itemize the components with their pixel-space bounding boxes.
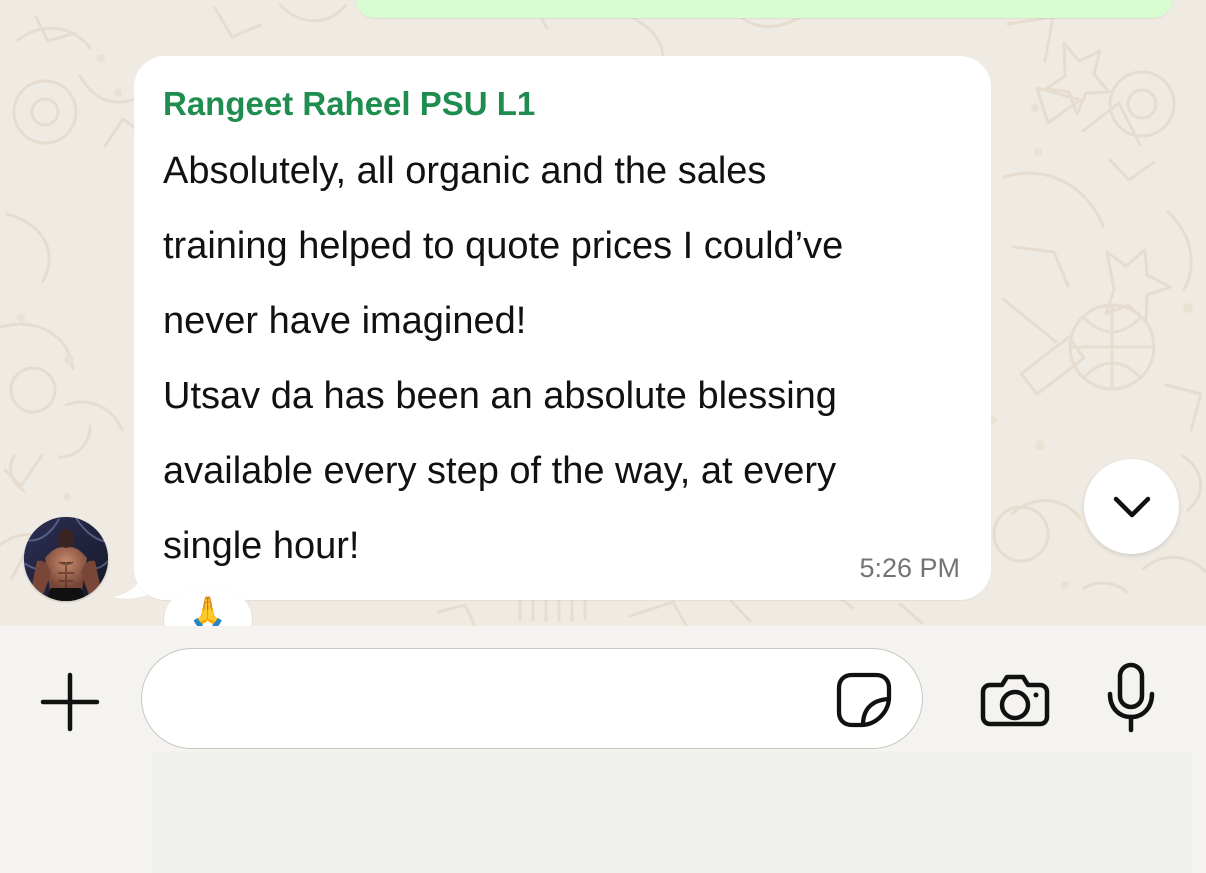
message-line: Utsav da has been an absolute blessing [163, 375, 837, 417]
incoming-message-row: Rangeet Raheel PSU L1 Absolutely, all or… [0, 0, 1206, 626]
message-line: training helped to quote prices I could’… [163, 225, 844, 267]
avatar[interactable] [24, 517, 108, 601]
camera-icon [980, 674, 1050, 727]
message-text: Absolutely, all organic and the sales tr… [163, 134, 963, 584]
voice-message-button[interactable] [1104, 662, 1158, 734]
incoming-message-bubble[interactable]: Rangeet Raheel PSU L1 Absolutely, all or… [134, 56, 991, 600]
microphone-icon [1107, 662, 1155, 733]
scroll-to-bottom-button[interactable] [1084, 459, 1179, 554]
camera-button[interactable] [978, 668, 1052, 730]
sticker-icon [836, 672, 892, 728]
message-line: available every step of the way, at ever… [163, 450, 837, 492]
chat-messages-area[interactable]: Rangeet Raheel PSU L1 Absolutely, all or… [0, 0, 1206, 626]
add-attachment-button[interactable] [36, 668, 104, 736]
message-reaction[interactable]: 🙏 [164, 590, 252, 626]
folded-hands-reaction-icon: 🙏 [189, 596, 227, 627]
message-timestamp: 5:26 PM [859, 553, 960, 583]
message-line: Absolutely, all organic and the sales [163, 150, 767, 192]
message-input-container[interactable] [141, 648, 923, 749]
plus-icon [40, 672, 100, 732]
sticker-button[interactable] [834, 670, 894, 730]
chevron-down-icon [1113, 496, 1150, 517]
message-line: never have imagined! [163, 300, 527, 342]
avatar-image [24, 517, 108, 601]
message-input[interactable] [168, 667, 828, 729]
sender-name[interactable]: Rangeet Raheel PSU L1 [163, 84, 943, 124]
whatsapp-chat-screen: Rangeet Raheel PSU L1 Absolutely, all or… [0, 0, 1206, 873]
message-composer-bar [0, 626, 1206, 873]
message-line: single hour! [163, 525, 360, 567]
